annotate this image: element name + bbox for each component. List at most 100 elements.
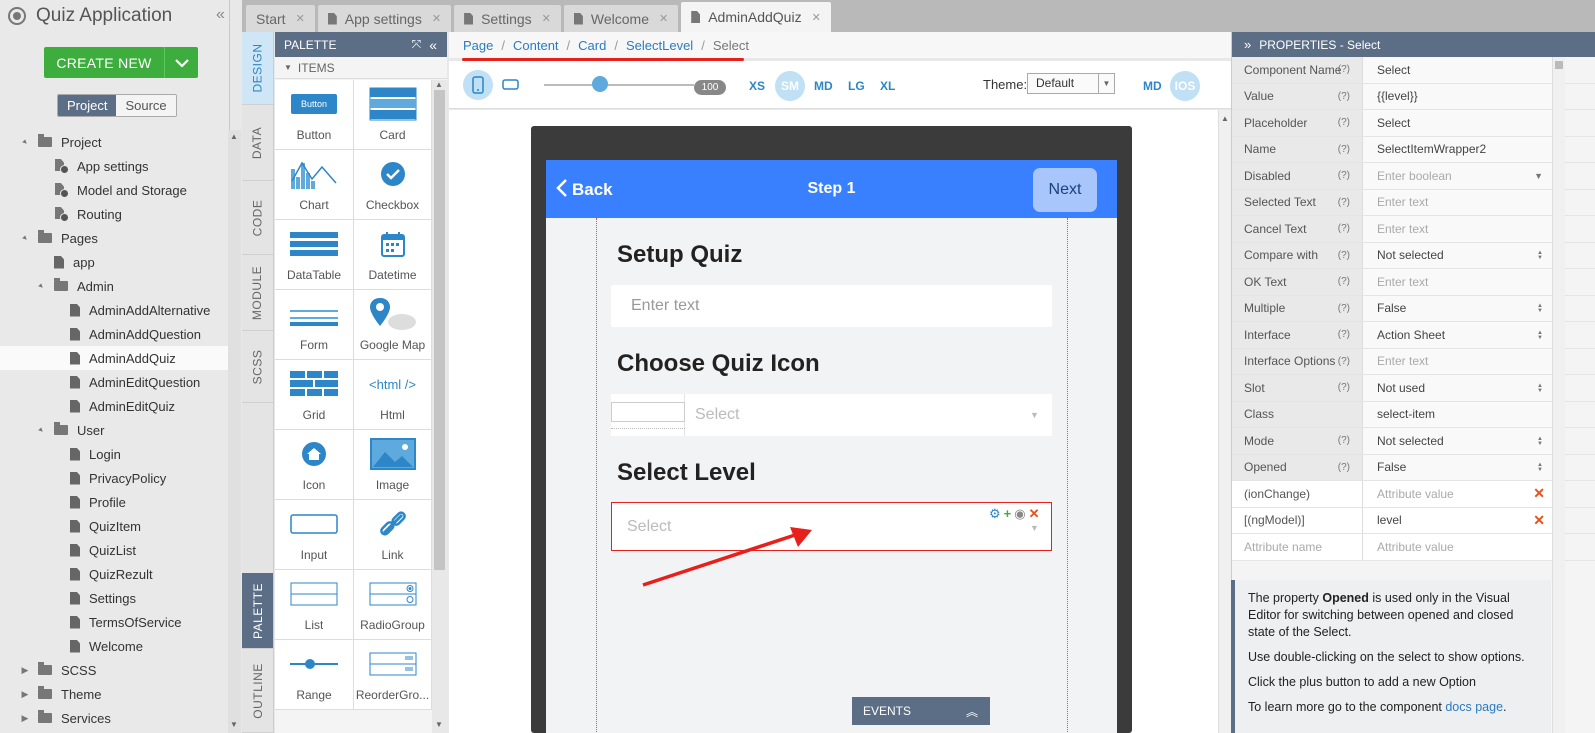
palette-item-html[interactable]: <html /> Html — [354, 360, 432, 430]
zoom-slider-track[interactable] — [544, 84, 694, 86]
help-icon[interactable]: (?) — [1338, 170, 1350, 181]
help-icon[interactable]: (?) — [1338, 64, 1350, 75]
palette-item-image[interactable]: Image — [354, 430, 432, 500]
property-value-ok-text[interactable]: Enter text — [1363, 269, 1553, 295]
tree-item-termsofservice[interactable]: TermsOfService — [0, 610, 230, 634]
property-value-ngmodel[interactable]: level ✕ — [1363, 507, 1553, 533]
platform-ios[interactable]: IOS — [1170, 71, 1200, 101]
delete-icon[interactable]: ✕ — [1533, 512, 1545, 529]
property-value-interface-options[interactable]: Enter text — [1363, 348, 1553, 374]
triangle-right-icon[interactable]: ▶ — [20, 665, 30, 676]
property-value-value[interactable]: {{level}} — [1363, 83, 1553, 109]
tree-item-services[interactable]: ▶ Services — [0, 706, 230, 730]
canvas-scrollbar[interactable]: ▲ — [1218, 110, 1231, 733]
breadcrumb-selectlevel[interactable]: SelectLevel — [626, 38, 693, 53]
triangle-down-icon[interactable]: ▼ — [19, 136, 31, 148]
help-icon[interactable]: (?) — [1338, 223, 1350, 234]
tab-welcome[interactable]: Welcome ✕ — [563, 5, 679, 32]
tab-data[interactable]: DATA — [242, 105, 273, 181]
tree-item-user[interactable]: ▼ User — [0, 418, 230, 442]
scroll-down-icon[interactable]: ▼ — [435, 720, 443, 729]
device-portrait-button[interactable] — [463, 70, 493, 100]
palette-item-checkbox[interactable]: Checkbox — [354, 150, 432, 220]
tree-item-app[interactable]: app — [0, 250, 230, 274]
property-value-slot[interactable]: Not used ▲▼ — [1363, 375, 1553, 401]
tree-item-adminaddalternative[interactable]: AdminAddAlternative — [0, 298, 230, 322]
help-icon[interactable]: (?) — [1338, 144, 1350, 155]
help-icon[interactable]: (?) — [1338, 382, 1350, 393]
tab-code[interactable]: CODE — [242, 181, 273, 255]
property-value-mode[interactable]: Not selected ▲▼ — [1363, 428, 1553, 454]
tab-palette[interactable]: PALETTE — [242, 573, 273, 649]
property-value-class[interactable]: select-item — [1363, 401, 1553, 427]
tree-item-adminaddquestion[interactable]: AdminAddQuestion — [0, 322, 230, 346]
tree-item-adminaddquiz[interactable]: AdminAddQuiz — [0, 346, 230, 370]
gear-icon[interactable]: ⚙ — [989, 506, 1001, 522]
tree-item-profile[interactable]: Profile — [0, 490, 230, 514]
collapse-panel-icon[interactable]: « — [216, 6, 225, 24]
tree-item-privacypolicy[interactable]: PrivacyPolicy — [0, 466, 230, 490]
property-value-ionchange[interactable]: Attribute value ✕ — [1363, 481, 1553, 507]
property-value-cancel-text[interactable]: Enter text — [1363, 216, 1553, 242]
palette-item-datatable[interactable]: DataTable — [275, 220, 354, 290]
tree-item-pages[interactable]: ▼ Pages — [0, 226, 230, 250]
tree-item-quizlist[interactable]: QuizList — [0, 538, 230, 562]
scroll-up-icon[interactable]: ▲ — [1219, 114, 1231, 123]
items-section-header[interactable]: ▼ ITEMS — [275, 57, 447, 79]
help-icon[interactable]: (?) — [1338, 303, 1350, 314]
create-new-button[interactable]: CREATE NEW — [44, 47, 198, 78]
hide-icon[interactable]: ◉ — [1014, 506, 1025, 522]
palette-scrollbar[interactable]: ▲ ▼ — [432, 80, 447, 733]
zoom-slider-handle[interactable] — [591, 76, 608, 92]
collapse-palette-icon[interactable]: « — [429, 37, 437, 53]
help-icon[interactable]: (?) — [1338, 117, 1350, 128]
palette-item-radiogroup[interactable]: RadioGroup — [354, 570, 432, 640]
tree-item-settings[interactable]: Settings — [0, 586, 230, 610]
help-icon[interactable]: (?) — [1338, 276, 1350, 287]
palette-item-input[interactable]: Input — [275, 500, 354, 570]
chevron-down-icon[interactable] — [165, 55, 198, 71]
collapse-properties-icon[interactable]: » — [1244, 37, 1251, 52]
tab-design[interactable]: DESIGN — [242, 32, 273, 105]
palette-item-form[interactable]: Form — [275, 290, 354, 360]
help-icon[interactable]: (?) — [1338, 91, 1350, 102]
tree-item-project[interactable]: ▼ Project — [0, 130, 230, 154]
property-value-component-name[interactable]: Select — [1363, 57, 1553, 83]
tab-scss[interactable]: SCSS — [242, 331, 273, 403]
tree-item-admineditquiz[interactable]: AdminEditQuiz — [0, 394, 230, 418]
palette-item-google-map[interactable]: Google Map — [354, 290, 432, 360]
breakpoint-xs[interactable]: XS — [749, 79, 765, 93]
device-landscape-icon[interactable] — [502, 78, 520, 93]
breadcrumb-card[interactable]: Card — [578, 38, 606, 53]
help-icon[interactable]: (?) — [1338, 462, 1350, 473]
help-icon[interactable]: (?) — [1338, 435, 1350, 446]
triangle-down-icon[interactable]: ▼ — [35, 280, 47, 292]
property-name[interactable]: Attribute name — [1232, 534, 1363, 560]
tree-item-welcome[interactable]: Welcome — [0, 634, 230, 658]
property-value-name[interactable]: SelectItemWrapper2 — [1363, 136, 1553, 162]
palette-item-list[interactable]: List — [275, 570, 354, 640]
triangle-down-icon[interactable]: ▼ — [35, 424, 47, 436]
delete-icon[interactable]: ✕ — [1533, 485, 1545, 502]
palette-item-icon[interactable]: Icon — [275, 430, 354, 500]
tab-app-settings[interactable]: App settings ✕ — [317, 5, 452, 32]
tree-item-model-and-storage[interactable]: Model and Storage — [0, 178, 230, 202]
properties-scrollbar[interactable] — [1552, 57, 1565, 733]
property-value-compare-with[interactable]: Not selected ▲▼ — [1363, 242, 1553, 268]
triangle-right-icon[interactable]: ▶ — [20, 713, 30, 724]
property-value-multiple[interactable]: False ▲▼ — [1363, 295, 1553, 321]
palette-item-grid[interactable]: Grid — [275, 360, 354, 430]
breakpoint-md[interactable]: MD — [814, 79, 833, 93]
property-value-opened[interactable]: False ▲▼ — [1363, 454, 1553, 480]
platform-md[interactable]: MD — [1143, 79, 1162, 93]
tree-item-quizitem[interactable]: QuizItem — [0, 514, 230, 538]
tree-item-admin[interactable]: ▼ Admin — [0, 274, 230, 298]
add-option-icon[interactable]: + — [1004, 506, 1012, 522]
property-value-placeholder[interactable]: Select — [1363, 110, 1553, 136]
help-icon[interactable]: (?) — [1338, 329, 1350, 340]
tree-item-theme[interactable]: ▶ Theme — [0, 682, 230, 706]
tree-item-quizrezult[interactable]: QuizRezult — [0, 562, 230, 586]
tree-item-admineditquestion[interactable]: AdminEditQuestion — [0, 370, 230, 394]
docs-page-link[interactable]: docs page — [1445, 700, 1503, 714]
breakpoint-lg[interactable]: LG — [848, 79, 865, 93]
